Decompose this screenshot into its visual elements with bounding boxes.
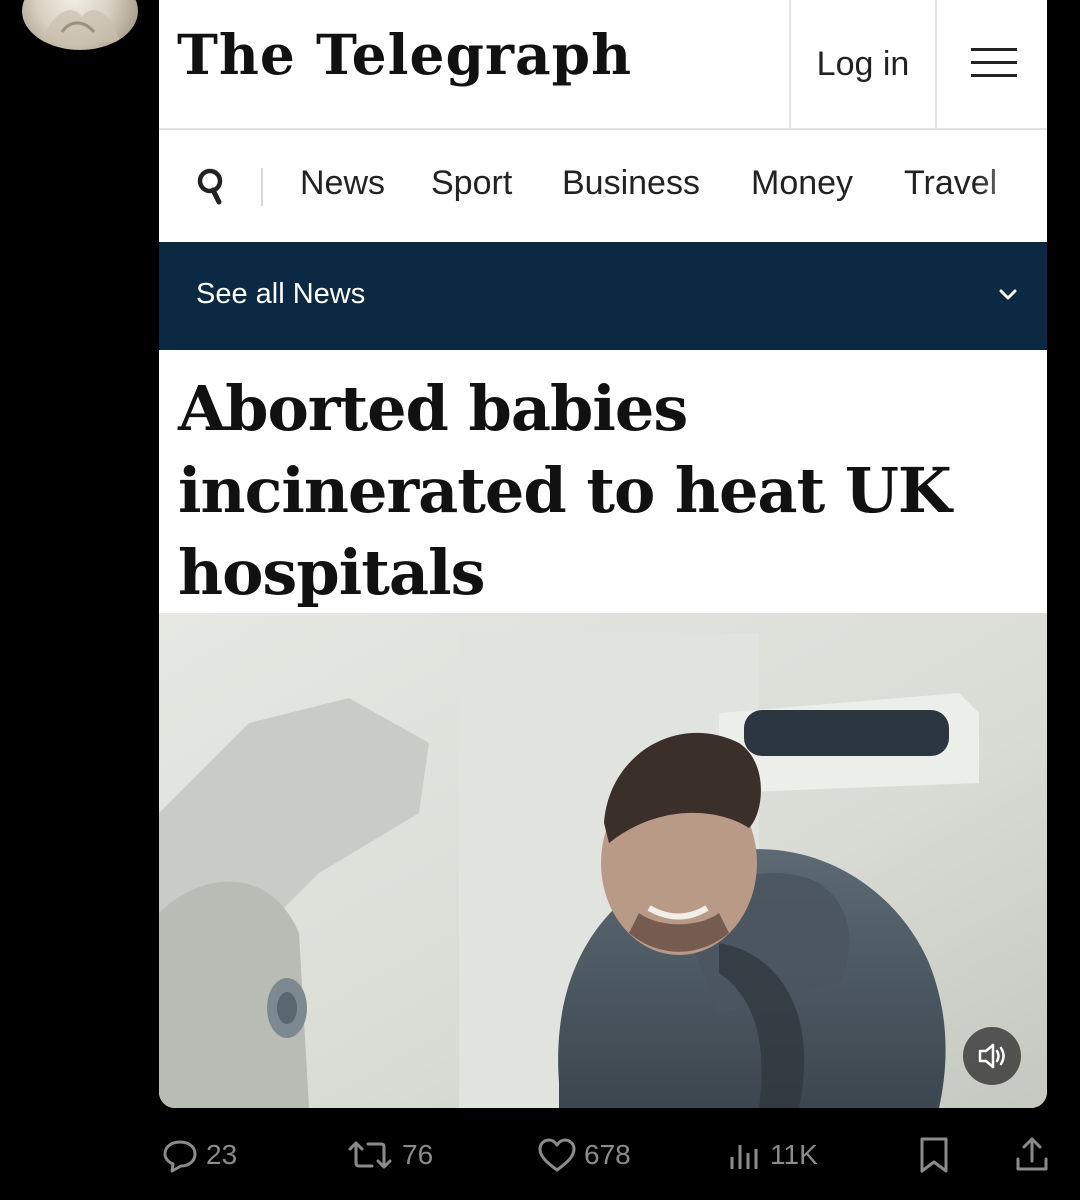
nav-fade: [977, 150, 1047, 230]
menu-icon[interactable]: [971, 44, 1017, 80]
author-avatar[interactable]: [22, 0, 138, 50]
login-button[interactable]: Log in: [789, 0, 937, 128]
sound-toggle-button[interactable]: [963, 1027, 1021, 1085]
views-count: 11K: [770, 1139, 818, 1170]
site-header: The Telegraph Log in: [159, 0, 1047, 130]
views-button[interactable]: 11K: [724, 1135, 818, 1175]
nav-item-business[interactable]: Business: [562, 164, 700, 203]
bookmark-button[interactable]: [914, 1135, 960, 1175]
see-all-news-label: See all News: [196, 278, 366, 310]
nav-item-news[interactable]: News: [300, 164, 385, 203]
share-button[interactable]: [1012, 1135, 1058, 1175]
bookmark-icon: [920, 1137, 948, 1173]
repost-button[interactable]: 76: [344, 1135, 433, 1175]
repost-count: 76: [402, 1139, 434, 1170]
video-frame-image: [159, 613, 1047, 1108]
link-preview-card[interactable]: The Telegraph Log in News Sport Business…: [159, 0, 1047, 1108]
repost-icon: [348, 1141, 392, 1169]
like-icon: [538, 1138, 576, 1172]
see-all-news-bar[interactable]: See all News: [159, 242, 1047, 350]
section-nav: News Sport Business Money Travel: [159, 130, 1047, 242]
post-action-bar: 23 76 678 11K: [0, 1125, 1080, 1185]
chevron-down-icon[interactable]: [997, 288, 1019, 302]
like-count: 678: [584, 1139, 631, 1170]
reply-icon: [163, 1140, 197, 1173]
nav-item-money[interactable]: Money: [751, 164, 853, 203]
publication-logo[interactable]: The Telegraph: [177, 22, 632, 87]
article-headline[interactable]: Aborted babies incinerated to heat UK ho…: [178, 368, 1028, 614]
like-button[interactable]: 678: [536, 1135, 631, 1175]
nav-divider: [261, 168, 263, 206]
sound-icon: [978, 1043, 1005, 1069]
share-icon: [1016, 1137, 1048, 1171]
reply-count: 23: [206, 1139, 238, 1170]
search-icon[interactable]: [195, 166, 227, 206]
views-icon: [730, 1145, 758, 1169]
reply-button[interactable]: 23: [160, 1135, 237, 1175]
nav-item-sport[interactable]: Sport: [431, 164, 512, 203]
video-player[interactable]: [159, 613, 1047, 1108]
